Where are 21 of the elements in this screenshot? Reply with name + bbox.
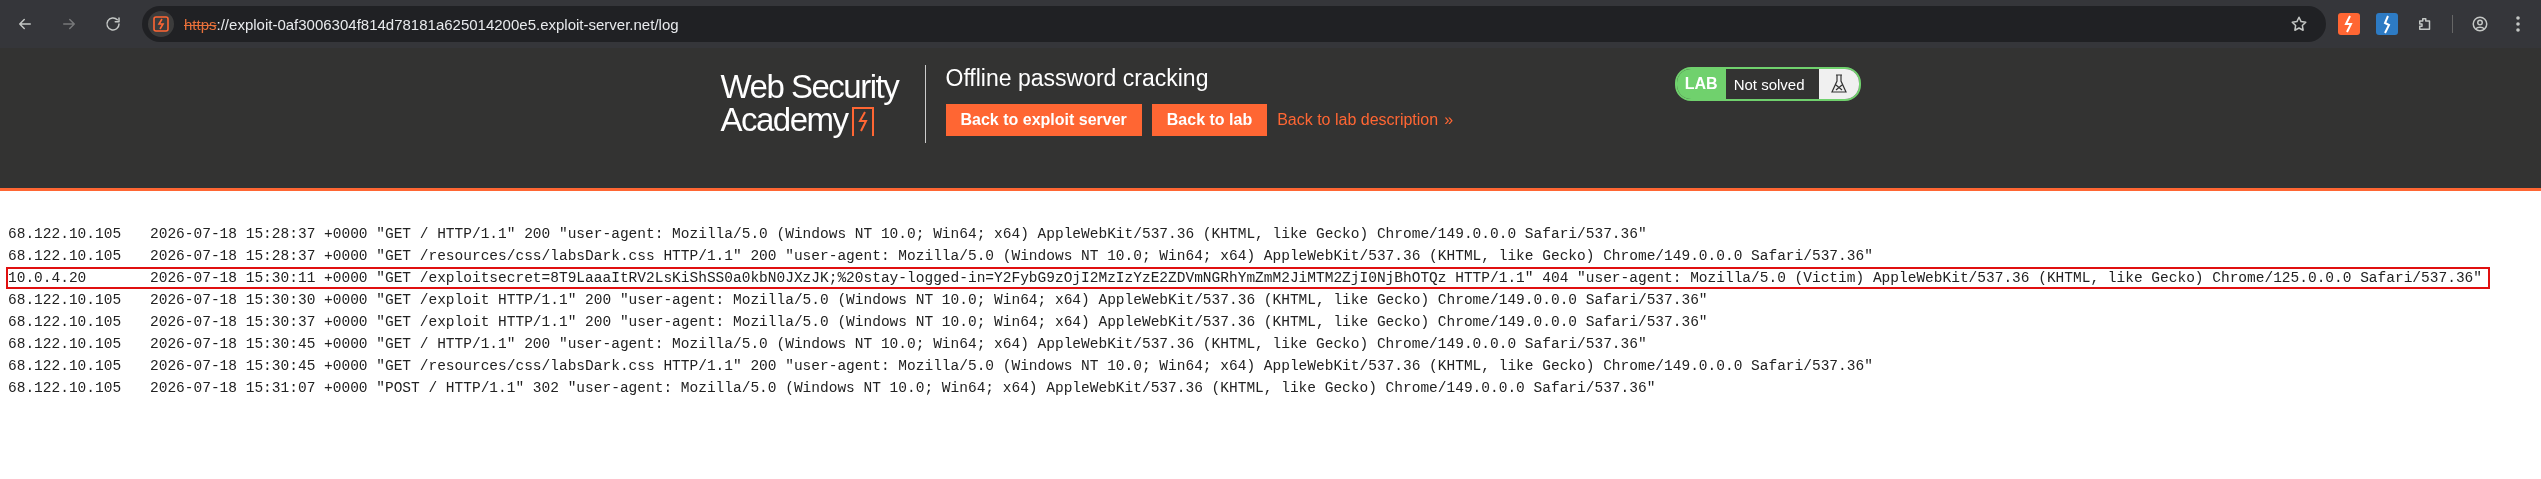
logo-text: Web Security: [720, 70, 900, 103]
lab-description-link[interactable]: Back to lab description »: [1277, 111, 1454, 129]
log-row-text: 68.122.10.105 2026-07-18 15:28:37 +0000 "GET / HTTP/1.1" 200 "user-agent: Mozilla/5.0 (Windows NT 10.0; Win64; x64) AppleWebKit/537.36 (KHTML, like Gecko) Chrome/149.0.0.0 Safari/537.36": [7, 225, 1648, 244]
address-bar[interactable]: https://exploit-0af3006304f814d78181a625014200e5.exploit-server.net/log: [142, 6, 2326, 42]
log-row-text: 68.122.10.105 2026-07-18 15:31:07 +0000 "POST / HTTP/1.1" 302 "user-agent: Mozilla/5.0 (Windows NT 10.0; Win64; x64) AppleWebKit/537.36 (KHTML, like Gecko) Chrome/149.0.0.0 Safari/537.36": [7, 379, 1657, 398]
back-button[interactable]: Back to lab: [1151, 104, 1268, 136]
back-button[interactable]: Back to exploit server: [945, 104, 1142, 136]
flask-icon: [1829, 74, 1848, 94]
log-row-text: 68.122.10.105 2026-07-18 15:30:30 +0000 "GET /exploit HTTP/1.1" 200 "user-agent: Mozilla/5.0 (Windows NT 10.0; Win64; x64) AppleWebKit/537.36 (KHTML, like Gecko) Chrome/149.0.0.0 Safari/537.36": [7, 291, 1709, 310]
url-text: https://exploit-0af3006304f814d78181a625014200e5.exploit-server.net/log: [184, 15, 680, 33]
site-icon: [153, 16, 169, 32]
log-row-text: 68.122.10.105 2026-07-18 15:28:37 +0000 "GET /resources/css/labsDark.css HTTP/1.1" 200 "user-agent: Mozilla/5.0 (Windows NT 10.0; Win64; x64) AppleWebKit/537.36 (KHTML, like Gecko) Chrome/149.0.0.0 Safari/537.36": [7, 247, 1874, 266]
lab-title: Offline password cracking: [945, 65, 1210, 92]
log-row-text: 68.122.10.105 2026-07-18 15:30:45 +0000 "GET / HTTP/1.1" 200 "user-agent: Mozilla/5.0 (Windows NT 10.0; Win64; x64) AppleWebKit/537.36 (KHTML, like Gecko) Chrome/149.0.0.0 Safari/537.36": [7, 335, 1648, 354]
log-row-text: 68.122.10.105 2026-07-18 15:30:37 +0000 "GET /exploit HTTP/1.1" 200 "user-agent: Mozilla/5.0 (Windows NT 10.0; Win64; x64) AppleWebKit/537.36 (KHTML, like Gecko) Chrome/149.0.0.0 Safari/537.36": [7, 313, 1709, 332]
logo-icon: [851, 106, 874, 136]
reload-icon: [104, 15, 122, 33]
log-row-text: 68.122.10.105 2026-07-18 15:30:45 +0000 "GET /resources/css/labsDark.css HTTP/1.1" 200 "user-agent: Mozilla/5.0 (Windows NT 10.0; Win64; x64) AppleWebKit/537.36 (KHTML, like Gecko) Chrome/149.0.0.0 Safari/537.36": [7, 357, 1874, 376]
logo-text: Academy: [720, 103, 848, 136]
highlighted-log-row: 10.0.4.20 2026-07-18 15:30:11 +0000 "GET /exploitsecret=8T9LaaaItRV2LsKiShSS0a0kbN0JXzJK;%20stay-logged-in=Y2FybG9zOjI2MzIzYzE2ZDVmNGRhYmZmM2JiMTM2ZjI0NjBhOTQz HTTP/1.1" 404 "user-agent: Mozilla/5.0 (Victim) AppleWebKit/537.36 (KHTML, like Gecko) Chrome/125.0.0.0 Safari/537.36": [6, 267, 2490, 289]
lab-status-badge: LAB Not solved: [1674, 67, 1861, 101]
